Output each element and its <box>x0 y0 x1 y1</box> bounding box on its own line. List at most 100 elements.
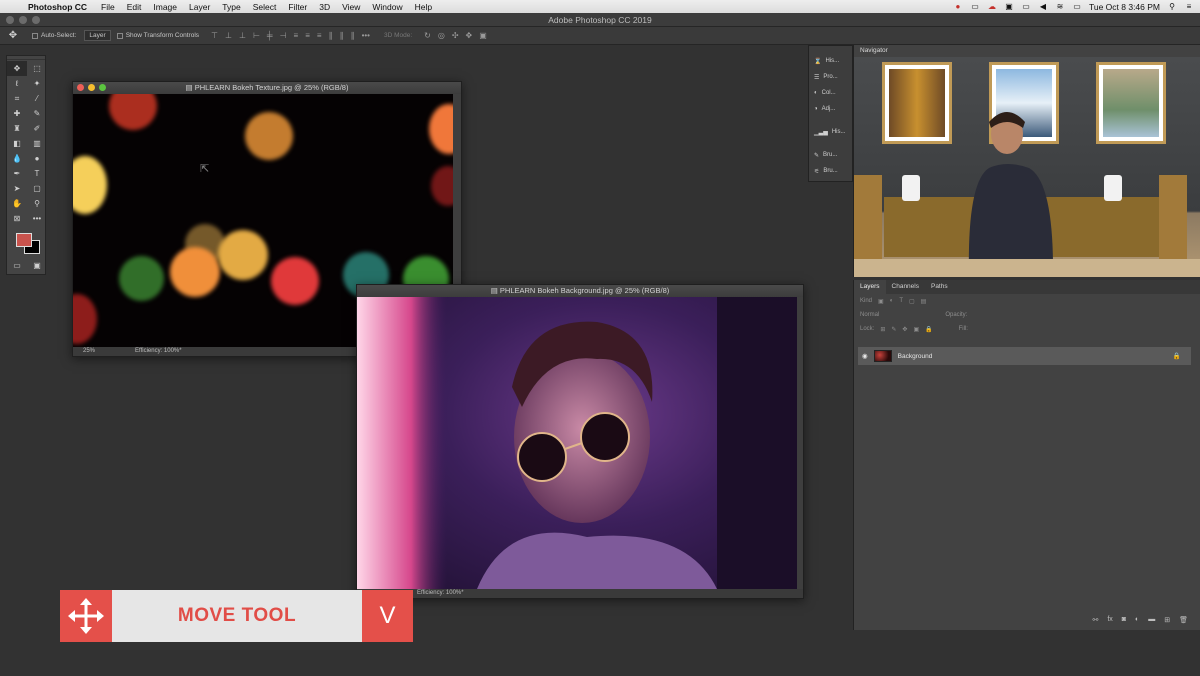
menu-3d[interactable]: 3D <box>313 2 336 12</box>
lock-position-icon[interactable]: ✥ <box>902 326 907 333</box>
new-layer-icon[interactable]: ⊞ <box>1164 616 1170 624</box>
shape-tool-icon[interactable]: ▢ <box>27 181 47 196</box>
eraser-tool-icon[interactable]: ◧ <box>7 136 27 151</box>
dock-grip[interactable] <box>809 46 852 53</box>
menu-filter[interactable]: Filter <box>282 2 313 12</box>
wifi-icon[interactable]: ≋ <box>1055 2 1065 11</box>
menu-app-name[interactable]: Photoshop CC <box>22 2 95 12</box>
cloud-icon[interactable]: ☁ <box>987 2 997 11</box>
blur-tool-icon[interactable]: 💧 <box>7 151 27 166</box>
filter-type-icon[interactable]: T <box>899 298 903 304</box>
filter-pixel-icon[interactable]: ▣ <box>878 298 884 305</box>
minimize-icon[interactable] <box>88 84 95 91</box>
distribute-left-icon[interactable]: ∥ <box>329 31 333 40</box>
lock-paint-icon[interactable]: ✎ <box>891 326 896 333</box>
search-icon[interactable]: ⚲ <box>1167 2 1177 11</box>
layer-mask-icon[interactable]: ◙ <box>1122 616 1126 624</box>
panel-adjustments[interactable]: ◑ Adj... <box>809 101 852 117</box>
panel-brushes[interactable]: ✎ Bru... <box>809 147 852 163</box>
type-tool-icon[interactable]: T <box>27 166 47 181</box>
3d-orbit-icon[interactable]: ↻ <box>424 31 431 40</box>
layer-style-icon[interactable]: fx <box>1107 616 1112 624</box>
align-left-icon[interactable]: ⊢ <box>253 31 260 40</box>
quick-mask-icon[interactable]: ▭ <box>7 258 27 273</box>
filter-kind-dropdown[interactable]: Kind <box>860 298 872 304</box>
menu-type[interactable]: Type <box>216 2 246 12</box>
align-bottom-icon[interactable]: ⊥ <box>239 31 246 40</box>
foreground-color-swatch[interactable] <box>16 233 32 247</box>
gradient-tool-icon[interactable]: ▥ <box>27 136 47 151</box>
lock-all-icon[interactable]: 🔒 <box>925 326 932 333</box>
adjustment-layer-icon[interactable]: ◐ <box>1135 616 1139 624</box>
menu-file[interactable]: File <box>95 2 121 12</box>
filter-shape-icon[interactable]: ▢ <box>909 298 915 305</box>
history-brush-tool-icon[interactable]: ✐ <box>27 121 47 136</box>
link-layers-icon[interactable]: ⚯ <box>1092 616 1098 624</box>
panel-brush-settings[interactable]: ⚟ Bru... <box>809 163 852 179</box>
layer-row-background[interactable]: ◉ Background 🔒 <box>858 347 1191 365</box>
clock[interactable]: Tue Oct 8 3:46 PM <box>1089 2 1160 12</box>
healing-brush-tool-icon[interactable]: ✚ <box>7 106 27 121</box>
zoom-level[interactable]: 25% <box>83 347 95 356</box>
panel-properties[interactable]: ☰ Pro... <box>809 69 852 85</box>
transform-controls-checkbox[interactable] <box>116 32 123 39</box>
brush-tool-icon[interactable]: ✎ <box>27 106 47 121</box>
tab-paths[interactable]: Paths <box>925 280 954 294</box>
menu-select[interactable]: Select <box>247 2 283 12</box>
menu-help[interactable]: Help <box>409 2 438 12</box>
airplay-icon[interactable]: ▭ <box>1021 2 1031 11</box>
chat-icon[interactable]: ▭ <box>970 2 980 11</box>
visibility-eye-icon[interactable]: ◉ <box>862 352 868 360</box>
panel-histogram[interactable]: ▁▃▅ His... <box>809 124 852 140</box>
path-selection-tool-icon[interactable]: ➤ <box>7 181 27 196</box>
3d-slide-icon[interactable]: ✥ <box>466 31 473 40</box>
document-title-bar[interactable]: ▤ PHLEARN Bokeh Texture.jpg @ 25% (RGB/8… <box>73 82 461 94</box>
distribute-right-icon[interactable]: ∥ <box>351 31 355 40</box>
document-title-bar[interactable]: ▤ PHLEARN Bokeh Background.jpg @ 25% (RG… <box>357 285 803 297</box>
panel-history[interactable]: ⌛ His... <box>809 53 852 69</box>
menu-layer[interactable]: Layer <box>183 2 216 12</box>
more-tools-icon[interactable]: ••• <box>27 211 47 226</box>
panel-color[interactable]: ◐ Col... <box>809 85 852 101</box>
new-group-icon[interactable]: ▬ <box>1148 616 1155 624</box>
distribute-middle-icon[interactable]: ≡ <box>305 31 310 40</box>
zoom-icon[interactable] <box>99 84 106 91</box>
list-icon[interactable]: ≡ <box>1184 2 1194 11</box>
filter-adjustment-icon[interactable]: ◐ <box>890 298 894 304</box>
battery-icon[interactable]: ▭ <box>1072 2 1082 11</box>
portrait-canvas[interactable] <box>357 297 797 589</box>
menu-edit[interactable]: Edit <box>121 2 148 12</box>
move-tool-icon[interactable]: ✥ <box>7 61 27 76</box>
menu-image[interactable]: Image <box>147 2 183 12</box>
screen-mode-icon[interactable]: ▣ <box>27 258 47 273</box>
frame-tool-icon[interactable]: ⊠ <box>7 211 27 226</box>
3d-roll-icon[interactable]: ◎ <box>438 31 445 40</box>
trash-icon[interactable]: 🗑 <box>1179 616 1188 624</box>
record-icon[interactable]: ● <box>953 2 963 11</box>
tab-layers[interactable]: Layers <box>854 280 886 294</box>
magic-wand-tool-icon[interactable]: ✦ <box>27 76 47 91</box>
navigator-tab[interactable]: Navigator <box>854 45 1200 57</box>
distribute-top-icon[interactable]: ≡ <box>294 31 299 40</box>
efficiency-readout[interactable]: Efficiency: 100%* <box>135 347 182 356</box>
display-icon[interactable]: ▣ <box>1004 2 1014 11</box>
zoom-tool-icon[interactable]: ⚲ <box>27 196 47 211</box>
efficiency-readout[interactable]: Efficiency: 100%* <box>417 589 464 598</box>
volume-icon[interactable]: ◀ <box>1038 2 1048 11</box>
lock-pixels-icon[interactable]: ⊞ <box>880 326 885 333</box>
move-tool-preset-icon[interactable]: ✥ <box>0 30 26 41</box>
3d-pan-icon[interactable]: ✣ <box>452 31 459 40</box>
align-right-icon[interactable]: ⊣ <box>280 31 287 40</box>
blend-mode-dropdown[interactable]: Normal <box>860 312 879 318</box>
crop-tool-icon[interactable]: ⌗ <box>7 91 27 106</box>
more-options-icon[interactable]: ••• <box>362 31 370 40</box>
pen-tool-icon[interactable]: ✒ <box>7 166 27 181</box>
align-top-icon[interactable]: ⊤ <box>211 31 218 40</box>
distribute-bottom-icon[interactable]: ≡ <box>317 31 322 40</box>
clone-stamp-tool-icon[interactable]: ♜ <box>7 121 27 136</box>
marquee-tool-icon[interactable]: ⬚ <box>27 61 47 76</box>
close-icon[interactable] <box>77 84 84 91</box>
auto-select-dropdown[interactable]: Layer <box>84 30 111 41</box>
lock-artboard-icon[interactable]: ▣ <box>913 326 919 333</box>
hand-tool-icon[interactable]: ✋ <box>7 196 27 211</box>
